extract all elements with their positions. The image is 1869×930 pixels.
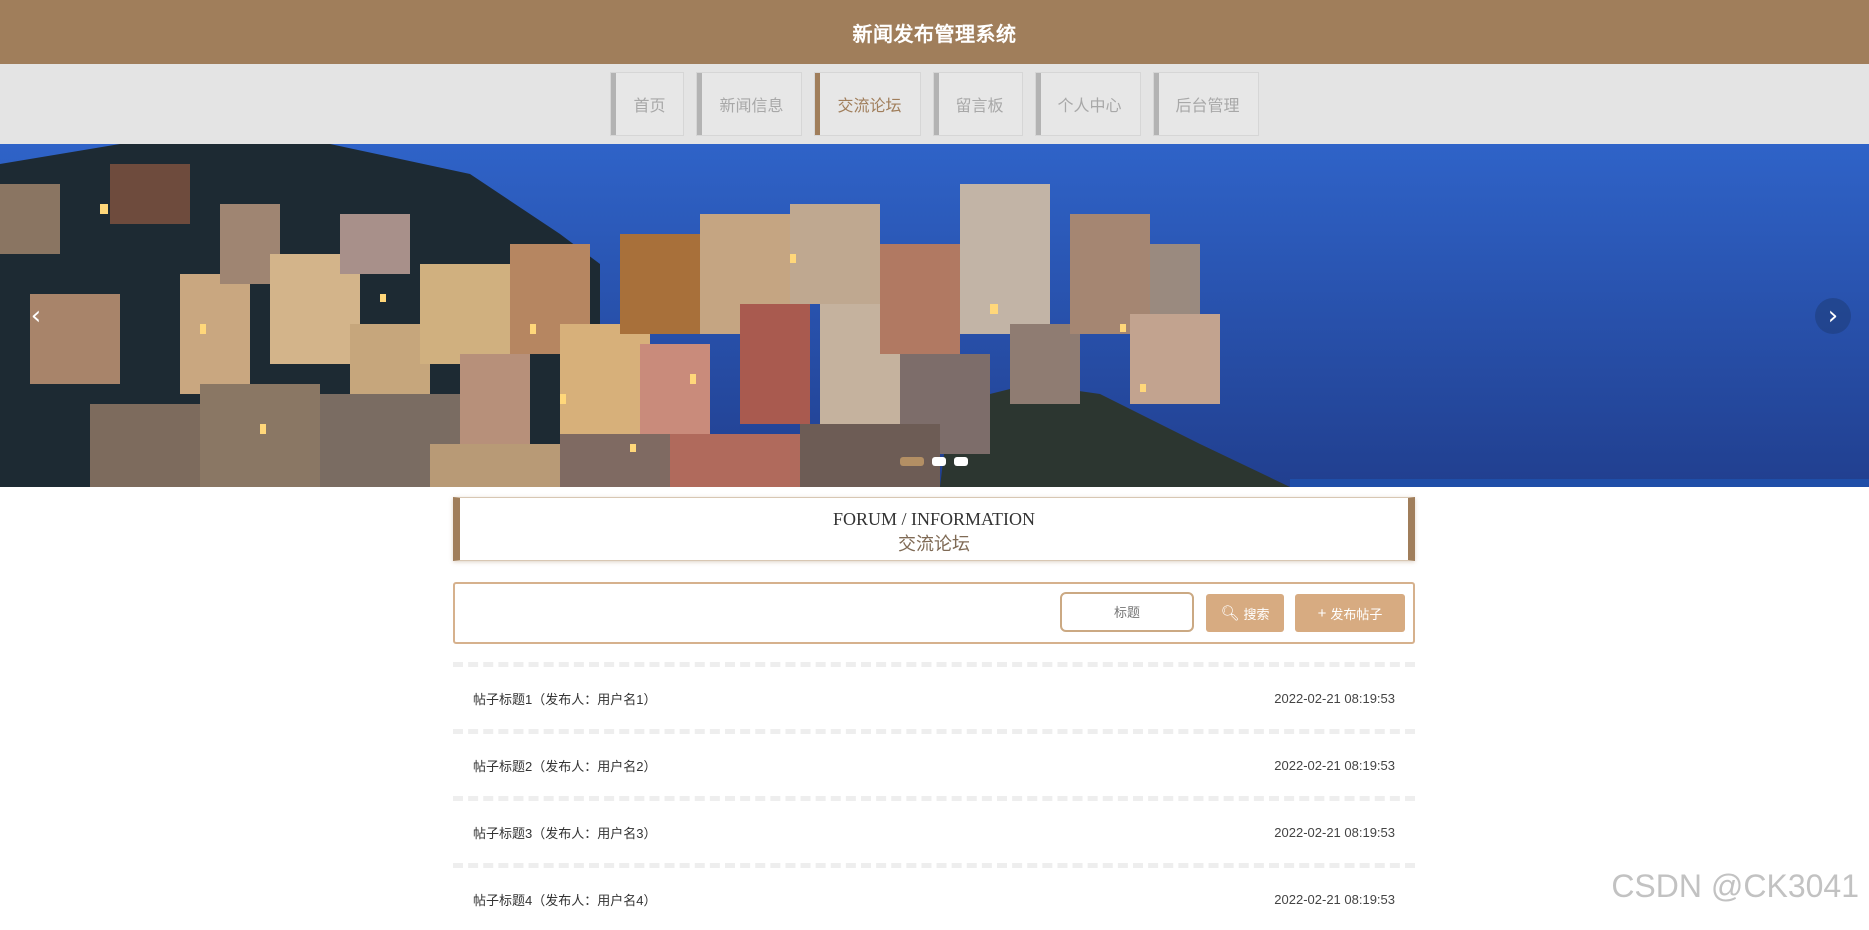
- post-date: 2022-02-21 08:19:53: [1274, 690, 1395, 706]
- post-title[interactable]: 帖子标题1（发布人：用户名1）: [473, 689, 656, 708]
- nav-item-home[interactable]: 首页: [610, 72, 685, 136]
- search-bar: 🔍︎ 搜索 + 发布帖子: [453, 582, 1415, 644]
- publish-button-label: 发布帖子: [1330, 606, 1383, 622]
- post-date: 2022-02-21 08:19:53: [1274, 757, 1395, 773]
- list-item[interactable]: 帖子标题3（发布人：用户名3） 2022-02-21 08:19:53: [453, 796, 1415, 863]
- carousel-dot-3[interactable]: [954, 457, 968, 466]
- banner-image: [0, 144, 1869, 487]
- publish-post-button[interactable]: + 发布帖子: [1295, 594, 1405, 632]
- list-item[interactable]: 帖子标题4（发布人：用户名4） 2022-02-21 08:19:53: [453, 863, 1415, 930]
- carousel-dot-2[interactable]: [932, 457, 946, 466]
- carousel-indicators: [900, 457, 968, 466]
- banner-prev-button[interactable]: ‹: [18, 298, 54, 334]
- carousel-dot-1[interactable]: [900, 457, 924, 466]
- post-date: 2022-02-21 08:19:53: [1274, 891, 1395, 907]
- app-title: 新闻发布管理系统: [852, 21, 1017, 46]
- nav-item-messages[interactable]: 留言板: [932, 72, 1023, 136]
- nav-item-forum[interactable]: 交流论坛: [814, 72, 921, 136]
- banner-next-button[interactable]: ›: [1815, 298, 1851, 334]
- section-title-box: FORUM / INFORMATION 交流论坛: [453, 497, 1415, 561]
- watermark: CSDN @CK3041: [1611, 868, 1859, 904]
- search-button[interactable]: 🔍︎ 搜索: [1206, 594, 1284, 632]
- title-search-input[interactable]: [1060, 592, 1194, 632]
- section-title-en: FORUM / INFORMATION: [832, 509, 1036, 529]
- list-item[interactable]: 帖子标题1（发布人：用户名1） 2022-02-21 08:19:53: [453, 662, 1415, 729]
- main-nav: 首页 新闻信息 交流论坛 留言板 个人中心 后台管理: [0, 64, 1869, 144]
- chevron-right-icon: ›: [1827, 301, 1839, 331]
- nav-item-admin[interactable]: 后台管理: [1152, 72, 1259, 136]
- post-title[interactable]: 帖子标题4（发布人：用户名4）: [473, 890, 656, 909]
- plus-icon: +: [1317, 604, 1327, 622]
- nav-item-profile[interactable]: 个人中心: [1034, 72, 1141, 136]
- post-list: 帖子标题1（发布人：用户名1） 2022-02-21 08:19:53 帖子标题…: [453, 662, 1415, 930]
- search-button-label: 搜索: [1243, 606, 1270, 622]
- app-header: 新闻发布管理系统: [0, 0, 1869, 64]
- post-title[interactable]: 帖子标题2（发布人：用户名2）: [473, 756, 656, 775]
- search-icon: 🔍︎: [1220, 605, 1240, 622]
- post-title[interactable]: 帖子标题3（发布人：用户名3）: [473, 823, 656, 842]
- list-item[interactable]: 帖子标题2（发布人：用户名2） 2022-02-21 08:19:53: [453, 729, 1415, 796]
- section-title-cn: 交流论坛: [898, 534, 970, 554]
- nav-item-news[interactable]: 新闻信息: [696, 72, 803, 136]
- banner-carousel: ‹ ›: [0, 144, 1869, 487]
- post-date: 2022-02-21 08:19:53: [1274, 824, 1395, 840]
- chevron-left-icon: ‹: [30, 301, 42, 331]
